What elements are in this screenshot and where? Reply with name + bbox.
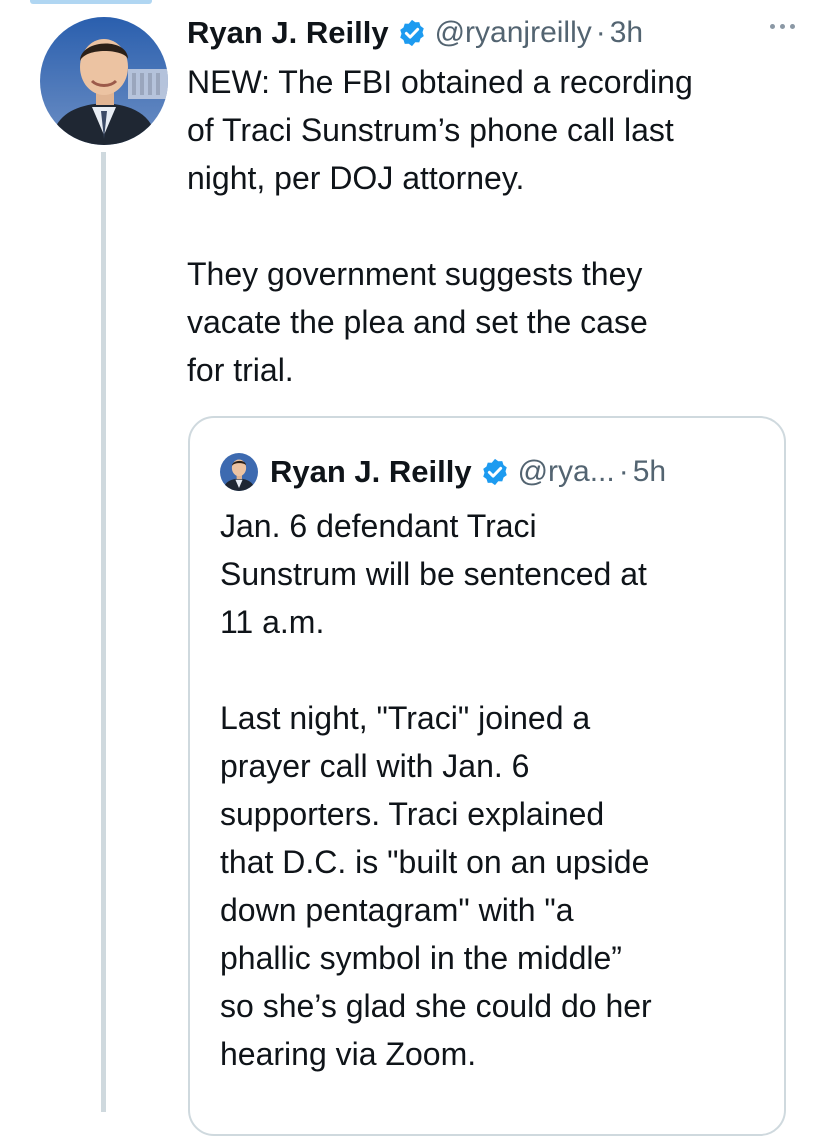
main-tweet[interactable]: Ryan J. Reilly @ryanjreilly · 3h NEW: Th… xyxy=(187,10,797,394)
quoted-line: Sunstrum will be sentenced at xyxy=(220,556,647,592)
tweet-text: NEW: The FBI obtained a recording of Tra… xyxy=(187,58,797,394)
tweet-line: of Traci Sunstrum’s phone call last xyxy=(187,112,674,148)
quoted-line: Last night, "Traci" joined a xyxy=(220,700,591,736)
quoted-tweet-timestamp: 5h xyxy=(632,455,667,488)
verified-badge-icon xyxy=(397,18,427,48)
tweet-line: NEW: The FBI obtained a recording xyxy=(187,64,693,100)
thread-connector-line xyxy=(101,152,106,1112)
quoted-line: phallic symbol in the middle” xyxy=(220,940,622,976)
tweet-line: vacate the plea and set the case xyxy=(187,304,648,340)
quoted-tweet-card[interactable]: Ryan J. Reilly @rya... · 5h Jan. 6 defen… xyxy=(188,416,786,1136)
quoted-line: supporters. Traci explained xyxy=(220,796,605,832)
quoted-tweet-text: Jan. 6 defendant Traci Sunstrum will be … xyxy=(220,502,760,1078)
quoted-line: 11 a.m. xyxy=(220,604,325,640)
quoted-author-avatar xyxy=(220,453,258,491)
verified-badge-icon xyxy=(480,457,510,487)
tweet-paragraph-2: They government suggests they vacate the… xyxy=(187,250,797,394)
quoted-author-handle: @rya... xyxy=(517,455,615,488)
quoted-paragraph-1: Jan. 6 defendant Traci Sunstrum will be … xyxy=(220,502,760,646)
quoted-line: prayer call with Jan. 6 xyxy=(220,748,530,784)
quoted-line: so she’s glad she could do her xyxy=(220,988,652,1024)
quoted-line: Jan. 6 defendant Traci xyxy=(220,508,537,544)
separator-dot: · xyxy=(618,455,629,488)
separator-dot: · xyxy=(595,16,606,49)
author-handle[interactable]: @ryanjreilly xyxy=(435,16,592,50)
quoted-tweet-header: Ryan J. Reilly @rya... · 5h xyxy=(220,450,666,494)
author-avatar[interactable] xyxy=(40,17,168,145)
more-horizontal-icon[interactable] xyxy=(770,24,795,29)
tweet-header: Ryan J. Reilly @ryanjreilly · 3h xyxy=(187,10,797,56)
quoted-author-display-name: Ryan J. Reilly xyxy=(270,454,472,489)
quoted-paragraph-2: Last night, "Traci" joined a prayer call… xyxy=(220,694,760,1078)
top-accent-bar xyxy=(30,0,152,4)
author-display-name[interactable]: Ryan J. Reilly xyxy=(187,15,389,51)
tweet-line: night, per DOJ attorney. xyxy=(187,160,525,196)
quoted-line: down pentagram" with "a xyxy=(220,892,574,928)
quoted-line: hearing via Zoom. xyxy=(220,1036,477,1072)
quoted-line: that D.C. is "built on an upside xyxy=(220,844,650,880)
tweet-paragraph-1: NEW: The FBI obtained a recording of Tra… xyxy=(187,58,797,202)
tweet-line: for trial. xyxy=(187,352,294,388)
tweet-line: They government suggests they xyxy=(187,256,643,292)
tweet-timestamp[interactable]: 3h xyxy=(610,16,643,50)
